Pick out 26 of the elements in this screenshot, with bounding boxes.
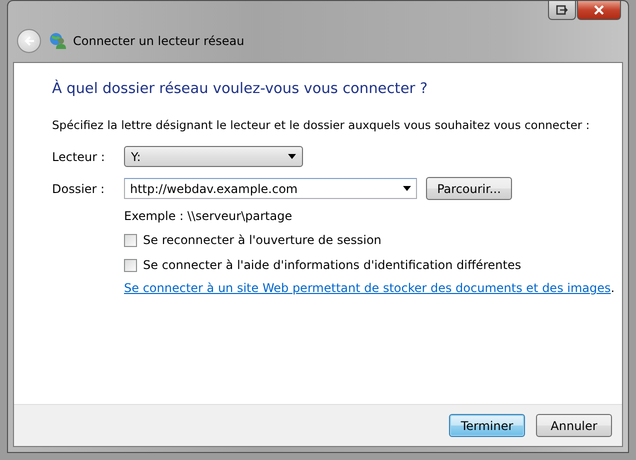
field-label: Lecteur : — [52, 150, 106, 164]
dropdown-arrow-icon[interactable] — [403, 186, 411, 191]
cancel-button[interactable]: Annuler — [536, 414, 612, 437]
dropdown-arrow-icon[interactable] — [288, 154, 296, 159]
close-icon — [593, 5, 605, 15]
checkbox[interactable] — [124, 258, 137, 272]
dialog-heading: À quel dossier réseau voulez-vous vous connecter ? — [52, 81, 429, 97]
instruction-text: Spécifiez la lettre désignant le lecteur et le dossier auxquels vous souhaitez vous connecter : — [52, 118, 591, 132]
checkbox-label[interactable]: Se connecter à l'aide d'informations d'identification différentes — [143, 258, 522, 272]
checkbox[interactable] — [124, 234, 137, 246]
network-drive-icon — [49, 32, 67, 50]
window-icon — [556, 5, 568, 15]
web-site-link[interactable]: Se connecter à un site Web permettant de stocker des documents et des images — [124, 281, 611, 295]
field-label: Dossier : — [52, 182, 106, 196]
restore-button[interactable] — [548, 1, 576, 20]
close-button[interactable] — [577, 1, 621, 20]
folder-field[interactable]: http://webdav.example.com — [124, 178, 417, 199]
drive-dropdown[interactable]: Y: — [124, 146, 303, 167]
checkbox-label[interactable]: Se reconnecter à l'ouverture de session — [143, 233, 382, 247]
back-arrow-icon — [23, 35, 35, 47]
example-text: Exemple : \\serveur\partage — [124, 209, 294, 223]
back-button[interactable] — [17, 29, 41, 53]
window-title: Connecter un lecteur réseau — [73, 34, 244, 48]
finish-button[interactable]: Terminer — [449, 414, 525, 437]
link-sentence: Se connecter à un site Web permettant de stocker des documents et des images. — [124, 281, 616, 295]
browse-button[interactable]: Parcourir... — [426, 177, 512, 200]
